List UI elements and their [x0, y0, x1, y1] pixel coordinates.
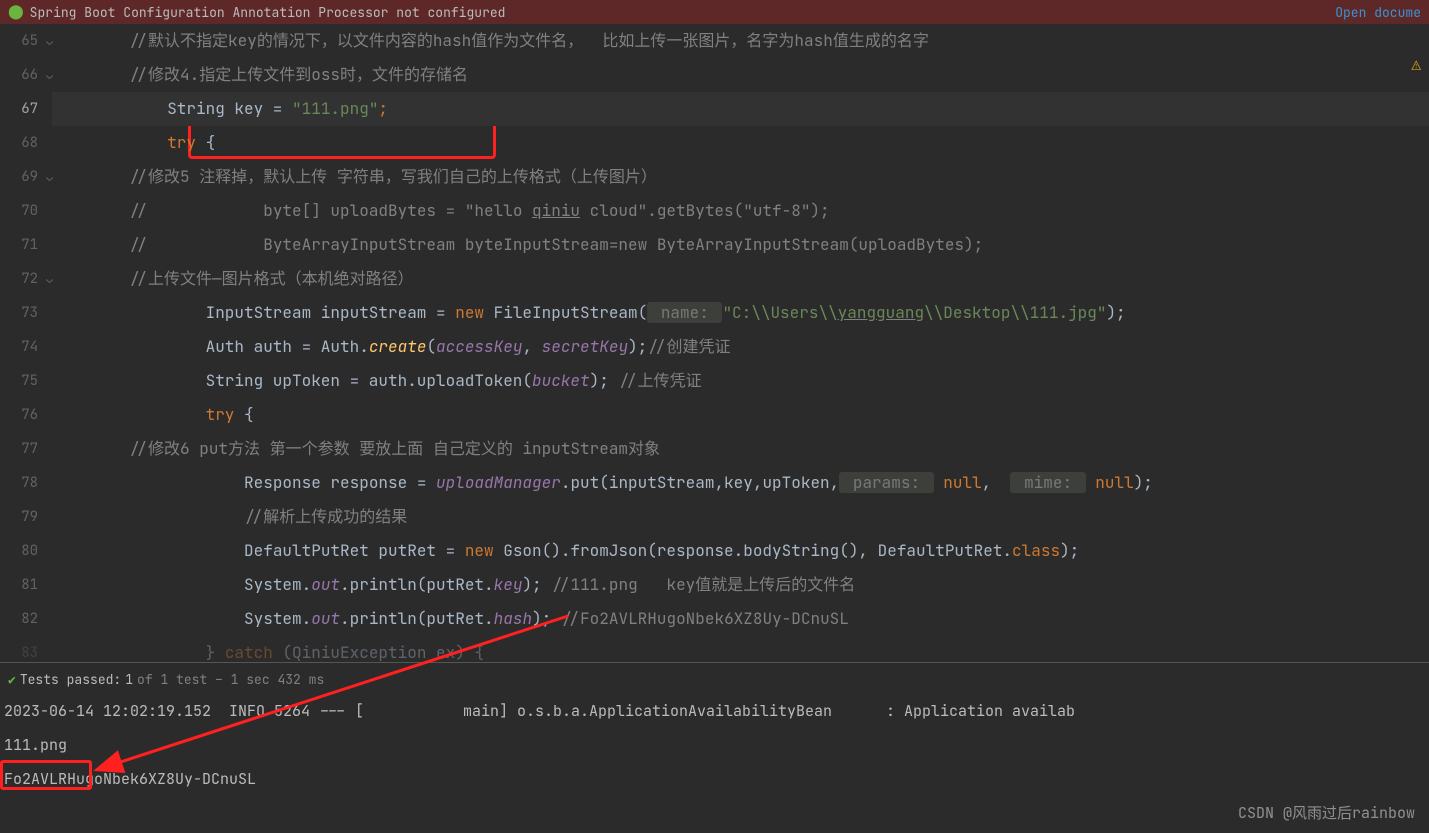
code-line-79: //解析上传成功的结果 [52, 500, 1429, 534]
code-line-66: ⌄ //修改4.指定上传文件到oss时，文件的存储名 [52, 58, 1429, 92]
tests-passed-count: 1 [125, 671, 133, 688]
annotation-box-2 [0, 760, 92, 790]
check-icon: ✔ [8, 671, 16, 688]
code-line-71: // ByteArrayInputStream byteInputStream=… [52, 228, 1429, 262]
code-line-72: ⌄ //上传文件—图片格式（本机绝对路径） [52, 262, 1429, 296]
code-line-65: ⌄ //默认不指定key的情况下，以文件内容的hash值作为文件名， 比如上传一… [52, 24, 1429, 58]
code-line-83: } catch (QiniuException ex) { [52, 636, 1429, 670]
log-line-2: 111.png [4, 728, 1425, 762]
log-line-3: Fo2AVLRHugoNbek6XZ8Uy-DCnuSL [4, 762, 1425, 796]
code-line-81: System.out.println(putRet.key); //111.pn… [52, 568, 1429, 602]
code-line-67: String key = "111.png"; [52, 92, 1429, 126]
code-line-73: InputStream inputStream = new FileInputS… [52, 296, 1429, 330]
code-line-77: //修改6 put方法 第一个参数 要放上面 自己定义的 inputStream… [52, 432, 1429, 466]
code-line-82: System.out.println(putRet.hash); //Fo2AV… [52, 602, 1429, 636]
code-content[interactable]: ⌄ //默认不指定key的情况下，以文件内容的hash值作为文件名， 比如上传一… [52, 24, 1429, 662]
code-line-80: DefaultPutRet putRet = new Gson().fromJs… [52, 534, 1429, 568]
code-line-69: ⌄ //修改5 注释掉，默认上传 字符串，写我们自己的上传格式（上传图片） [52, 160, 1429, 194]
tests-summary: of 1 test – 1 sec 432 ms [137, 671, 324, 688]
code-line-74: Auth auth = Auth.create(accessKey, secre… [52, 330, 1429, 364]
code-line-70: // byte[] uploadBytes = "hello qiniu clo… [52, 194, 1429, 228]
code-line-76: try { [52, 398, 1429, 432]
log-line-1: 2023-06-14 12:02:19.152 INFO 5264 --- [ … [4, 694, 1425, 728]
code-line-75: String upToken = auth.uploadToken(bucket… [52, 364, 1429, 398]
open-documentation-link[interactable]: Open docume [1335, 4, 1421, 21]
tests-passed-label: Tests passed: [20, 671, 121, 688]
code-line-78: Response response = uploadManager.put(in… [52, 466, 1429, 500]
console-panel: ✔ Tests passed: 1 of 1 test – 1 sec 432 … [0, 662, 1429, 798]
csdn-watermark: CSDN @风雨过后rainbow [1238, 802, 1415, 823]
spring-icon: ⬤ [8, 3, 24, 21]
line-number-gutter: 65 66 67 68 69 70 71 72 73 74 75 76 77 7… [0, 24, 52, 662]
test-status-bar: ✔ Tests passed: 1 of 1 test – 1 sec 432 … [0, 667, 1429, 692]
code-line-68: try { [52, 126, 1429, 160]
console-output[interactable]: 2023-06-14 12:02:19.152 INFO 5264 --- [ … [0, 692, 1429, 798]
notification-bar: ⬤ Spring Boot Configuration Annotation P… [0, 0, 1429, 24]
notification-message: Spring Boot Configuration Annotation Pro… [30, 4, 506, 21]
code-editor[interactable]: 💡 ⚠ 65 66 67 68 69 70 71 72 73 74 75 76 … [0, 24, 1429, 662]
